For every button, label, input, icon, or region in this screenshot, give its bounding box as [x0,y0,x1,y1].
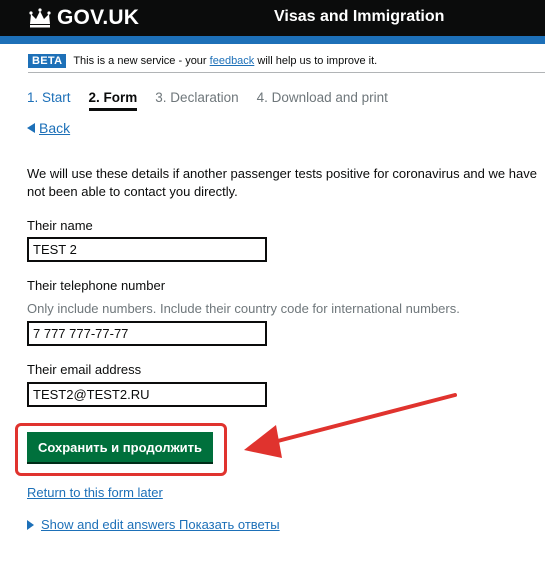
back-link-label: Back [39,120,71,136]
beta-tag: BETA [28,53,67,68]
progress-steps: 1. Start 2. Form 3. Declaration 4. Downl… [27,90,406,111]
header-accent-bar [0,36,545,44]
site-header: GOV.UK Visas and Immigration [0,0,545,36]
email-label: Their email address [27,362,142,377]
step-form: 2. Form [88,90,138,111]
save-and-continue-button[interactable]: Сохранить и продолжить [27,432,213,462]
brand-name: GOV.UK [57,6,140,29]
service-name-link[interactable]: Visas and Immigration [274,8,444,26]
phase-text-before: This is a new service - your [73,54,207,67]
phone-label: Their telephone number [27,278,166,293]
name-label: Their name [27,218,93,233]
step-download: 4. Download and print [256,90,388,105]
phase-message: This is a new service - your feedback wi… [73,55,377,67]
phase-text-after: will help us to improve it. [257,54,378,67]
back-link[interactable]: Back [27,120,70,136]
step-declaration: 3. Declaration [155,90,239,105]
annotation-arrow-icon [244,393,457,458]
triangle-right-icon [27,519,34,530]
name-input[interactable]: TEST 2 [27,237,267,262]
step-start[interactable]: 1. Start [27,90,71,111]
feedback-link[interactable]: feedback [210,55,255,67]
phase-banner: BETA This is a new service - your feedba… [28,49,545,73]
govuk-logo-link[interactable]: GOV.UK [28,6,139,30]
crown-icon [29,8,51,28]
show-answers-link[interactable]: Show and edit answers Показать ответы [41,517,280,532]
phone-hint: Only include numbers. Include their coun… [27,301,460,316]
show-answers-details[interactable]: Show and edit answers Показать ответы [27,517,280,532]
phone-input[interactable]: 7 777 777-77-77 [27,321,267,346]
return-later-link[interactable]: Return to this form later [27,485,163,500]
back-arrow-icon [27,123,35,133]
intro-text: We will use these details if another pas… [27,166,537,199]
